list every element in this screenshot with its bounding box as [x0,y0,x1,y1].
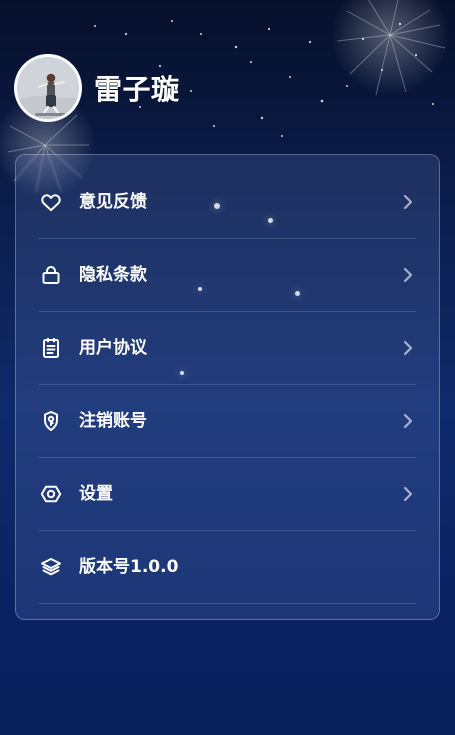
layers-icon [39,555,63,579]
chevron-right-icon [400,267,416,283]
username: 雷子璇 [94,73,180,106]
avatar-photo-icon [17,57,79,119]
settings-menu: 意见反馈 隐私条款 用户协议 注销账号 设置 版本号1.0.0 [39,166,416,604]
menu-card: 意见反馈 隐私条款 用户协议 注销账号 设置 版本号1.0.0 [15,154,440,620]
chevron-right-icon [400,194,416,210]
avatar[interactable] [14,54,82,122]
chevron-right-icon [400,413,416,429]
menu-label-privacy: 隐私条款 [79,264,147,285]
menu-label-feedback: 意见反馈 [79,191,147,212]
shield-key-icon [39,409,63,433]
menu-label-settings: 设置 [79,483,113,504]
menu-label-version: 版本号1.0.0 [79,556,179,577]
menu-item-settings[interactable]: 设置 [39,458,416,531]
profile-header: 雷子璇 [14,52,441,124]
lock-icon [39,263,63,287]
menu-label-delete-account: 注销账号 [79,410,147,431]
settings-icon [39,482,63,506]
menu-label-user-agreement: 用户协议 [79,337,147,358]
menu-item-delete-account[interactable]: 注销账号 [39,385,416,458]
heart-icon [39,190,63,214]
menu-item-user-agreement[interactable]: 用户协议 [39,312,416,385]
menu-item-feedback[interactable]: 意见反馈 [39,166,416,239]
menu-item-privacy[interactable]: 隐私条款 [39,239,416,312]
chevron-right-icon [400,486,416,502]
chevron-right-icon [400,340,416,356]
menu-item-version: 版本号1.0.0 [39,531,416,604]
document-icon [39,336,63,360]
